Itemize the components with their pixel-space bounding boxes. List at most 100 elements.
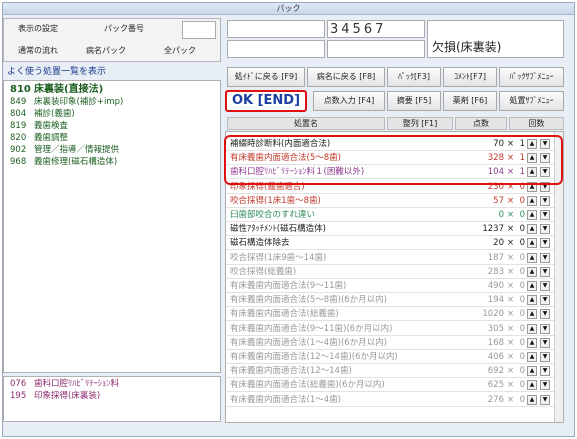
decrement-icon[interactable]: ▼ [540,352,550,362]
decrement-icon[interactable]: ▼ [540,252,550,263]
decrement-icon[interactable]: ▼ [540,309,550,320]
table-row[interactable]: 補綴時診断料(内面適合法) 70 × 1 ▲ ▼ [226,138,563,151]
decrement-icon[interactable]: ▼ [540,181,550,192]
table-row[interactable]: 咬合採得(総義歯) 283 × 0 ▲ ▼ [226,266,563,279]
summary-button[interactable]: 摘要 [F5] [387,91,441,111]
list-item[interactable]: 820 義歯調整 [10,133,68,144]
pack-button[interactable]: ﾊﾟｯｸ[F3] [387,67,441,87]
count-value[interactable]: 0 [515,280,525,292]
count-value[interactable]: 0 [515,266,525,278]
table-row[interactable]: 有床義歯内面適合法(1〜4歯) 276 × 0 ▲ ▼ [226,394,563,407]
increment-icon[interactable]: ▲ [527,195,537,206]
decrement-icon[interactable]: ▼ [540,238,550,249]
count-value[interactable]: 0 [515,394,525,406]
table-row[interactable]: 有床義歯内面適合法(5〜8歯)(6か月以内) 194 × 0 ▲ ▼ [226,294,563,308]
count-value[interactable]: 0 [515,181,525,193]
increment-icon[interactable]: ▲ [527,139,537,149]
table-row[interactable]: 有床義歯内面適合法(9〜11歯) 490 × 0 ▲ ▼ [226,280,563,293]
table-row[interactable]: 咬合採得(1床1歯〜8歯) 57 × 0 ▲ ▼ [226,195,563,208]
increment-icon[interactable]: ▲ [527,352,537,362]
list-item[interactable]: 819 義歯検査 [10,121,68,132]
table-row[interactable]: 咬合採得(1床9歯〜14歯) 187 × 0 ▲ ▼ [226,252,563,265]
decrement-icon[interactable]: ▼ [540,266,550,277]
decrement-icon[interactable]: ▼ [540,295,550,306]
decrement-icon[interactable]: ▼ [540,153,550,164]
count-value[interactable]: 0 [515,379,525,391]
decrement-icon[interactable]: ▼ [540,195,550,206]
count-value[interactable]: 0 [515,195,525,207]
frequent-treatments-toggle[interactable]: よく使う処置一覧を表示 [3,66,221,79]
table-scrollbar[interactable] [554,132,563,422]
table-row[interactable]: 磁石構造体除去 20 × 0 ▲ ▼ [226,237,563,251]
decrement-icon[interactable]: ▼ [540,281,550,291]
increment-icon[interactable]: ▲ [527,266,537,277]
increment-icon[interactable]: ▲ [527,366,537,377]
list-item[interactable]: 968 義歯修理(磁石構造体) [10,157,117,168]
list-item[interactable]: 076 歯科口腔ﾘﾊﾋﾞﾘﾃｰｼｮﾝ料 [10,379,119,390]
table-row[interactable]: 有床義歯内面適合法(12〜14歯) 692 × 0 ▲ ▼ [226,365,563,379]
increment-icon[interactable]: ▲ [527,281,537,291]
pack-number-input[interactable] [182,21,216,39]
drug-button[interactable]: 薬剤 [F6] [443,91,497,111]
list-item[interactable]: 902 管理／指導／情報提供 [10,145,119,156]
treatment-submenu-button[interactable]: 処置ｻﾌﾞﾒﾆｭｰ [499,91,564,111]
count-value[interactable]: 1 [515,138,525,150]
decrement-icon[interactable]: ▼ [540,139,550,149]
all-pack-tab[interactable]: 全パック [164,43,196,59]
table-row[interactable]: 有床義歯内面適合法(総義歯) 1020 × 0 ▲ ▼ [226,308,563,322]
increment-icon[interactable]: ▲ [527,337,537,348]
increment-icon[interactable]: ▲ [527,394,537,405]
increment-icon[interactable]: ▲ [527,252,537,263]
count-value[interactable]: 0 [515,223,525,235]
table-row[interactable]: 有床義歯内面適合法(12〜14歯)(6か月以内) 406 × 0 ▲ ▼ [226,351,563,364]
count-value[interactable]: 0 [515,323,525,335]
table-row[interactable]: 磁性ｱﾀｯﾁﾒﾝﾄ(磁石構造体) 1237 × 0 ▲ ▼ [226,223,563,237]
increment-icon[interactable]: ▲ [527,210,537,220]
count-value[interactable]: 0 [515,209,525,221]
decrement-icon[interactable]: ▼ [540,323,550,334]
sort-button[interactable]: 整列 [F1] [387,117,453,130]
increment-icon[interactable]: ▲ [527,181,537,192]
count-value[interactable]: 0 [515,337,525,349]
count-value[interactable]: 1 [515,166,525,178]
back-to-treatment-button[interactable]: 処ｲﾄﾞに戻る [F9] [227,67,305,87]
table-row[interactable]: 有床義歯内面適合法(1〜4歯)(6か月以内) 168 × 0 ▲ ▼ [226,337,563,350]
increment-icon[interactable]: ▲ [527,224,537,235]
comment-button[interactable]: ｺﾒﾝﾄ[F7] [443,67,497,87]
increment-icon[interactable]: ▲ [527,309,537,320]
count-value[interactable]: 0 [515,252,525,264]
table-row[interactable]: 歯科口腔ﾘﾊﾋﾞﾘﾃｰｼｮﾝ料１(困難以外) 104 × 1 ▲ ▼ [226,166,563,180]
disease-pack-tab[interactable]: 病名パック [86,43,126,59]
decrement-icon[interactable]: ▼ [540,224,550,235]
decrement-icon[interactable]: ▼ [540,167,550,178]
back-to-disease-button[interactable]: 病名に戻る [F8] [307,67,385,87]
count-value[interactable]: 0 [515,365,525,377]
increment-icon[interactable]: ▲ [527,323,537,334]
increment-icon[interactable]: ▲ [527,238,537,249]
decrement-icon[interactable]: ▼ [540,394,550,405]
increment-icon[interactable]: ▲ [527,380,537,391]
decrement-icon[interactable]: ▼ [540,366,550,377]
count-value[interactable]: 0 [515,351,525,363]
points-input-button[interactable]: 点数入力 [F4] [313,91,385,111]
increment-icon[interactable]: ▲ [527,167,537,178]
list-item[interactable]: 195 印象採得(床裏装) [10,391,100,402]
display-settings-button[interactable]: 表示の設定 [18,21,58,37]
list-item[interactable]: 804 補診(義歯) [10,109,75,120]
count-value[interactable]: 0 [515,294,525,306]
count-value[interactable]: 1 [515,152,525,164]
ok-end-button[interactable]: OK [END] [225,90,307,112]
decrement-icon[interactable]: ▼ [540,380,550,391]
normal-flow-tab[interactable]: 通常の流れ [18,43,58,59]
table-row[interactable]: 有床義歯内面適合法(総義歯)(6か月以内) 625 × 0 ▲ ▼ [226,379,563,393]
increment-icon[interactable]: ▲ [527,295,537,306]
pack-submenu-button[interactable]: ﾊﾟｯｸｻﾌﾞﾒﾆｭｰ [499,67,564,87]
list-item[interactable]: 849 床裏装印象(補診+imp) [10,97,123,108]
count-value[interactable]: 0 [515,308,525,320]
increment-icon[interactable]: ▲ [527,153,537,164]
table-row[interactable]: 臼歯部咬合のすれ違い 0 × 0 ▲ ▼ [226,209,563,222]
table-row[interactable]: 印象採得(義歯適合) 230 × 0 ▲ ▼ [226,181,563,194]
list-item[interactable]: 810 床裏装(直接法) [10,84,103,95]
table-row[interactable]: 有床義歯内面適合法(5〜8歯) 328 × 1 ▲ ▼ [226,152,563,166]
table-row[interactable]: 有床義歯内面適合法(9〜11歯)(6か月以内) 305 × 0 ▲ ▼ [226,323,563,336]
